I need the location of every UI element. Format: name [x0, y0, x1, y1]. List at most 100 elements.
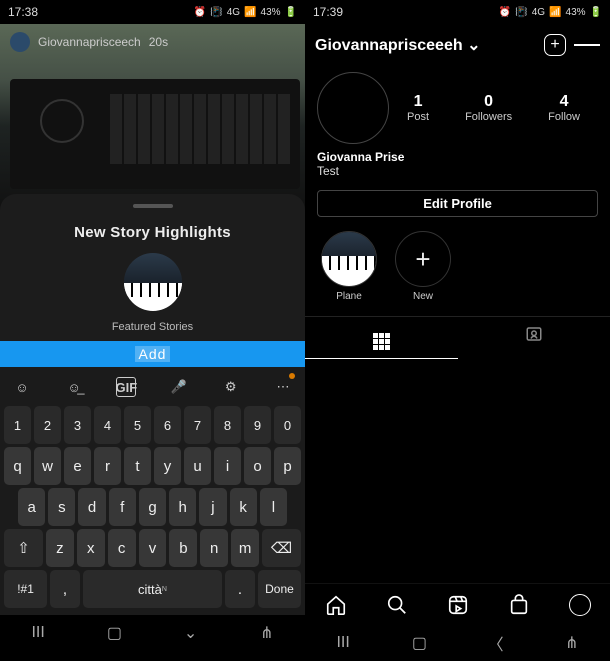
key-8[interactable]: 8 — [214, 406, 241, 444]
key-shift[interactable]: ⇧ — [4, 529, 43, 567]
key-p[interactable]: p — [274, 447, 301, 485]
android-nav: III ▢ 〈 ⋔ — [305, 625, 610, 661]
keyboard: ☺ ☺̲ GIF 🎤 ⚙ ⋯ 1 2 3 4 5 6 7 8 9 0 — [0, 367, 305, 615]
key-t[interactable]: t — [124, 447, 151, 485]
key-c[interactable]: c — [108, 529, 136, 567]
highlight-name-value: Add — [135, 346, 171, 362]
status-bar: 17:39 ⏰ 📳 4G 📶 43% 🔋 — [305, 0, 610, 24]
profile-avatar[interactable] — [317, 72, 389, 144]
key-w[interactable]: w — [34, 447, 61, 485]
profile-content — [305, 359, 610, 583]
key-y[interactable]: y — [154, 447, 181, 485]
nav-home[interactable]: ▢ — [99, 623, 129, 643]
story-viewer[interactable]: Giovannaprisceech 20s — [0, 24, 305, 210]
profile-bio: Test — [317, 164, 598, 178]
key-i[interactable]: i — [214, 447, 241, 485]
key-4[interactable]: 4 — [94, 406, 121, 444]
key-z[interactable]: z — [46, 529, 74, 567]
key-q[interactable]: q — [4, 447, 31, 485]
key-v[interactable]: v — [139, 529, 167, 567]
featured-stories-label: Featured Stories — [0, 321, 305, 341]
key-u[interactable]: u — [184, 447, 211, 485]
highlight-cover-thumb[interactable] — [124, 253, 182, 311]
status-bar: 17:38 ⏰ 📳 4G 📶 43% 🔋 — [0, 0, 305, 24]
key-b[interactable]: b — [169, 529, 197, 567]
key-n[interactable]: n — [200, 529, 228, 567]
sheet-handle[interactable] — [133, 204, 173, 208]
key-backspace[interactable]: ⌫ — [262, 529, 301, 567]
stat-following[interactable]: 4 Follow — [548, 93, 580, 123]
key-s[interactable]: s — [48, 488, 75, 526]
key-1[interactable]: 1 — [4, 406, 31, 444]
menu-button[interactable] — [574, 32, 600, 58]
story-author-name[interactable]: Giovannaprisceech — [38, 35, 141, 49]
key-0[interactable]: 0 — [274, 406, 301, 444]
android-nav: III ▢ ⌄ ⋔ — [0, 615, 305, 651]
key-x[interactable]: x — [77, 529, 105, 567]
key-period[interactable]: . — [225, 570, 255, 608]
key-done[interactable]: Done — [258, 570, 301, 608]
battery-text: 43% — [261, 7, 281, 18]
key-m[interactable]: m — [231, 529, 259, 567]
nav-recents[interactable]: III — [328, 633, 358, 653]
more-icon[interactable]: ⋯ — [273, 377, 293, 397]
sticker-icon[interactable]: ☺̲ — [64, 377, 84, 397]
story-age: 20s — [149, 35, 168, 49]
key-comma[interactable]: , — [50, 570, 80, 608]
stat-followers[interactable]: 0 Followers — [465, 93, 512, 123]
nav-shop[interactable] — [507, 593, 531, 617]
key-a[interactable]: a — [18, 488, 45, 526]
mic-icon[interactable]: 🎤 — [169, 377, 189, 397]
nav-reels[interactable] — [446, 593, 470, 617]
profile-display-name: Giovanna Prise — [317, 150, 598, 164]
story-author-avatar[interactable] — [10, 32, 30, 52]
battery-icon: 🔋 — [590, 7, 602, 18]
tagged-icon — [525, 325, 543, 343]
highlight-add[interactable]: + New — [395, 231, 451, 302]
key-l[interactable]: l — [260, 488, 287, 526]
nav-accessibility[interactable]: ⋔ — [252, 623, 282, 643]
tab-grid[interactable] — [305, 317, 458, 359]
nav-search[interactable] — [385, 593, 409, 617]
key-j[interactable]: j — [199, 488, 226, 526]
battery-text: 43% — [566, 7, 586, 18]
nav-home[interactable]: ▢ — [404, 633, 434, 653]
settings-icon[interactable]: ⚙ — [221, 377, 241, 397]
key-7[interactable]: 7 — [184, 406, 211, 444]
key-2[interactable]: 2 — [34, 406, 61, 444]
new-post-button[interactable]: + — [542, 32, 568, 58]
nav-keyboard-hide[interactable]: ⌄ — [176, 623, 206, 643]
key-g[interactable]: g — [139, 488, 166, 526]
nav-recents[interactable]: III — [23, 623, 53, 643]
key-6[interactable]: 6 — [154, 406, 181, 444]
key-f[interactable]: f — [109, 488, 136, 526]
emoji-icon[interactable]: ☺ — [12, 377, 32, 397]
stat-posts[interactable]: 1 Post — [407, 93, 429, 123]
nav-accessibility[interactable]: ⋔ — [557, 633, 587, 653]
tab-tagged[interactable] — [458, 317, 610, 359]
highlight-item[interactable]: Plane — [321, 231, 377, 302]
gif-icon[interactable]: GIF — [116, 377, 136, 397]
nav-profile[interactable] — [568, 593, 592, 617]
key-h[interactable]: h — [169, 488, 196, 526]
key-o[interactable]: o — [244, 447, 271, 485]
vibrate-icon: 📳 — [210, 7, 222, 18]
key-symbols[interactable]: !#1 — [4, 570, 47, 608]
key-d[interactable]: d — [78, 488, 105, 526]
profile-username-dropdown[interactable]: Giovannaprisceeeh ⌄ — [315, 35, 536, 55]
key-e[interactable]: e — [64, 447, 91, 485]
edit-profile-button[interactable]: Edit Profile — [317, 190, 598, 217]
vibrate-icon: 📳 — [515, 7, 527, 18]
highlight-name-input[interactable]: Add — [0, 341, 305, 367]
grid-icon — [373, 333, 390, 350]
key-k[interactable]: k — [230, 488, 257, 526]
nav-back[interactable]: 〈 — [481, 633, 511, 653]
key-3[interactable]: 3 — [64, 406, 91, 444]
key-r[interactable]: r — [94, 447, 121, 485]
plus-icon: + — [396, 232, 450, 286]
key-9[interactable]: 9 — [244, 406, 271, 444]
nav-home[interactable] — [324, 593, 348, 617]
network-icon: 4G — [227, 7, 240, 18]
key-space[interactable]: cittàN — [83, 570, 222, 608]
key-5[interactable]: 5 — [124, 406, 151, 444]
